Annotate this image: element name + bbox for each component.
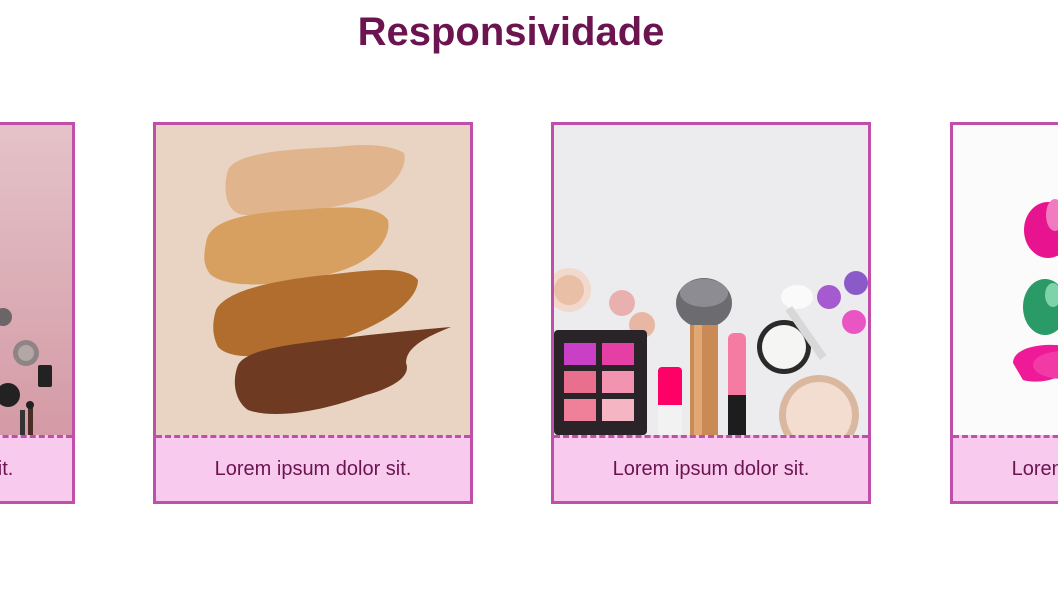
product-card[interactable]: Lorem ipsum dolor sit. (0, 122, 75, 504)
card-carousel[interactable]: Lorem ipsum dolor sit. Lorem ipsum dolor… (0, 122, 1058, 504)
page-title: Responsividade (357, 10, 665, 54)
foundation-photo (156, 125, 470, 435)
nail-polish-photo (953, 125, 1058, 435)
makeup-brush-photo (554, 125, 868, 435)
makeup-photo (0, 125, 72, 435)
card-caption: Lorem ipsum dolor sit. (214, 458, 412, 480)
card-caption: Lorem ipsum dolor sit. (612, 458, 810, 480)
product-card[interactable]: Lorem ipsum dolor sit. (153, 122, 473, 504)
card-caption: Lorem ipsum dolor sit. (0, 458, 14, 480)
card-caption: Lorem ipsum dolor sit. (1011, 458, 1058, 480)
product-card[interactable]: Lorem ipsum dolor sit. (950, 122, 1058, 504)
product-card[interactable]: Lorem ipsum dolor sit. (551, 122, 871, 504)
